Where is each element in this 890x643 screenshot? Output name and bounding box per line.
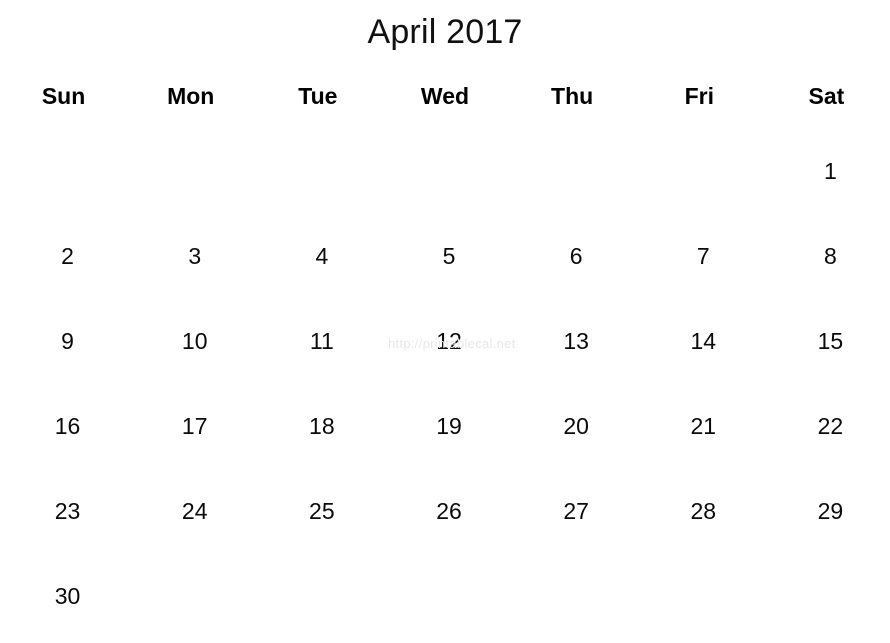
calendar-cell[interactable]: 28: [636, 480, 763, 565]
calendar-cell[interactable]: [0, 140, 127, 225]
calendar-cell[interactable]: [763, 565, 890, 643]
calendar-page: April 2017 Sun Mon Tue Wed Thu Fri Sat 1…: [0, 0, 890, 643]
calendar-cell[interactable]: 18: [254, 395, 381, 480]
day-number: 12: [436, 328, 462, 354]
calendar-cell[interactable]: [127, 140, 254, 225]
weekday-header-fri: Fri: [684, 83, 714, 109]
weekday-header-sun: Sun: [41, 83, 86, 109]
calendar-cell[interactable]: 15: [763, 310, 890, 395]
calendar-cell[interactable]: 17: [127, 395, 254, 480]
date-grid: 1 2 3 4 5 6 7 8 9 10 11 12 13 14 15 16 1…: [0, 140, 890, 643]
calendar-cell[interactable]: 22: [763, 395, 890, 480]
day-number: 2: [61, 243, 74, 269]
day-number: 25: [309, 498, 335, 524]
calendar-cell[interactable]: 9: [0, 310, 127, 395]
calendar-cell[interactable]: 25: [254, 480, 381, 565]
calendar-cell[interactable]: 12: [381, 310, 508, 395]
calendar-cell[interactable]: 29: [763, 480, 890, 565]
weekday-header-wed: Wed: [420, 83, 470, 109]
day-number: 28: [690, 498, 717, 524]
calendar-cell[interactable]: 21: [636, 395, 763, 480]
day-number: 19: [436, 413, 462, 439]
page-title: April 2017: [367, 13, 523, 51]
calendar-cell[interactable]: 13: [509, 310, 636, 395]
calendar-cell[interactable]: 26: [381, 480, 508, 565]
day-number: 22: [817, 413, 844, 439]
day-number: 10: [181, 328, 208, 354]
day-number: 16: [54, 413, 81, 439]
calendar-cell[interactable]: 19: [381, 395, 508, 480]
calendar-cell[interactable]: [636, 565, 763, 643]
day-number: 26: [436, 498, 462, 524]
calendar-cell[interactable]: [254, 140, 381, 225]
calendar-cell[interactable]: 30: [0, 565, 127, 643]
calendar-cell[interactable]: 7: [636, 225, 763, 310]
calendar-cell[interactable]: [509, 565, 636, 643]
calendar-cell[interactable]: 27: [509, 480, 636, 565]
weekday-header-thu: Thu: [551, 83, 594, 109]
day-number: 14: [690, 328, 717, 354]
day-number: 7: [696, 243, 710, 269]
day-number: 18: [309, 413, 335, 439]
calendar-cell[interactable]: 23: [0, 480, 127, 565]
calendar-cell[interactable]: 14: [636, 310, 763, 395]
day-number: 30: [54, 583, 81, 609]
day-number: 20: [563, 413, 589, 439]
calendar-cell[interactable]: [509, 140, 636, 225]
weekday-header-tue: Tue: [298, 83, 338, 109]
day-number: 17: [181, 413, 208, 439]
day-number: 5: [442, 243, 456, 269]
calendar-cell[interactable]: 24: [127, 480, 254, 565]
calendar-cell[interactable]: 11: [254, 310, 381, 395]
day-number: 27: [563, 498, 589, 524]
day-number: 15: [817, 328, 844, 354]
day-number: 8: [824, 243, 837, 269]
calendar-cell[interactable]: 4: [254, 225, 381, 310]
day-number: 3: [188, 243, 202, 269]
calendar-cell[interactable]: 10: [127, 310, 254, 395]
day-number: 21: [690, 413, 717, 439]
calendar-cell[interactable]: 1: [763, 140, 890, 225]
day-number: 24: [181, 498, 208, 524]
day-number: 9: [61, 328, 74, 354]
calendar-cell[interactable]: [381, 140, 508, 225]
calendar-cell[interactable]: 16: [0, 395, 127, 480]
calendar-cell[interactable]: 3: [127, 225, 254, 310]
day-number: 1: [824, 158, 837, 184]
weekday-header-sat: Sat: [808, 83, 845, 109]
day-number: 11: [309, 328, 334, 354]
calendar-cell[interactable]: [254, 565, 381, 643]
calendar-cell[interactable]: 2: [0, 225, 127, 310]
day-number: 4: [315, 243, 329, 269]
day-number: 6: [569, 243, 583, 269]
calendar-cell[interactable]: [636, 140, 763, 225]
calendar-cell[interactable]: [381, 565, 508, 643]
weekday-header-row: Sun Mon Tue Wed Thu Fri Sat: [0, 80, 890, 112]
weekday-header-mon: Mon: [167, 83, 215, 109]
day-number: 29: [817, 498, 844, 524]
day-number: 23: [54, 498, 81, 524]
calendar-cell[interactable]: 8: [763, 225, 890, 310]
calendar-cell[interactable]: [127, 565, 254, 643]
calendar-cell[interactable]: 5: [381, 225, 508, 310]
calendar-cell[interactable]: 6: [509, 225, 636, 310]
calendar-cell[interactable]: 20: [509, 395, 636, 480]
day-number: 13: [563, 328, 589, 354]
